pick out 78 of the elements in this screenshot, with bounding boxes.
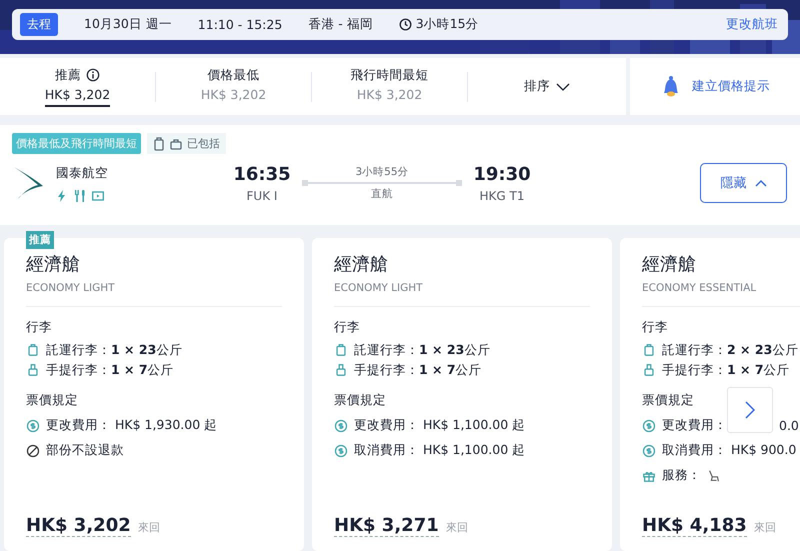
trip-type: 來回 — [754, 520, 776, 535]
arrival-time: 19:30 — [473, 164, 531, 184]
stops-label: 直航 — [371, 187, 393, 201]
power-icon — [56, 190, 68, 202]
fare-name: ECONOMY ESSENTIAL — [642, 282, 800, 307]
fare-rules-heading: 票價規定 — [334, 392, 387, 409]
flight-route: 香港 - 福岡 — [308, 16, 373, 33]
baggage-allowance: 手提行李：1 × 7公斤 — [662, 362, 790, 378]
chevron-down-icon — [556, 82, 570, 92]
chevron-up-icon — [754, 179, 766, 187]
departure-airport: FUK I — [246, 188, 278, 202]
sort-tab-label[interactable]: 推薦 — [55, 66, 81, 84]
outbound-tag: 去程 — [20, 13, 58, 36]
suitcase-icon — [26, 343, 40, 357]
price-alert-button[interactable]: 建立價格提示 — [630, 58, 800, 115]
fare-rule: 服務： — [662, 467, 701, 484]
fare-price: HK$ 3,202 — [26, 515, 131, 537]
fare-rule: 取消費用： HK$ 1,100.00 起 — [354, 442, 526, 459]
fare-rules-heading: 票價規定 — [642, 392, 695, 409]
next-button[interactable] — [727, 387, 773, 433]
flight-duration: 3小時15分 — [416, 16, 479, 33]
airline-name: 國泰航空 — [56, 164, 108, 182]
sort-tab-label[interactable]: 飛行時間最短 — [350, 66, 428, 84]
bag-icon — [170, 138, 182, 150]
fare-rule-amount: 0.0 — [779, 418, 799, 433]
baggage-allowance: 手提行李：1 × 7公斤 — [46, 362, 174, 378]
baggage-heading: 行李 — [642, 319, 669, 336]
sort-dropdown[interactable]: 排序 — [468, 77, 626, 96]
bag-icon — [334, 363, 348, 377]
fare-price: HK$ 4,183 — [642, 515, 747, 537]
dollar-icon — [334, 444, 348, 458]
trip-type: 來回 — [138, 520, 160, 535]
flight-time: 11:10 - 15:25 — [198, 17, 282, 32]
fare-price: HK$ 3,271 — [334, 515, 439, 537]
fare-rule: 更改費用： — [662, 417, 727, 434]
fare-name: ECONOMY LIGHT — [26, 282, 282, 307]
baggage-heading: 行李 — [26, 319, 53, 336]
highlight-badge: 價格最低及飛行時間最短 — [12, 133, 141, 154]
baggage-allowance: 託運行李：2 × 23公斤 — [662, 342, 798, 358]
fare-rule: 更改費用： HK$ 1,930.00 起 — [46, 417, 218, 434]
departure-time: 16:35 — [233, 164, 291, 184]
hide-button[interactable]: 隱藏 — [700, 163, 787, 203]
bag-icon — [642, 363, 656, 377]
fare-rule: 取消費用： HK$ 900.0 — [662, 442, 796, 459]
dollar-icon — [334, 418, 348, 432]
seat-icon — [707, 468, 721, 482]
cabin-class: 經濟艙 — [334, 253, 389, 276]
dollar-icon — [26, 418, 40, 432]
dollar-icon — [642, 418, 656, 432]
trip-type: 來回 — [446, 520, 468, 535]
chevron-right-icon — [745, 401, 755, 419]
sort-tab-label[interactable]: 價格最低 — [208, 66, 260, 84]
meal-icon — [74, 190, 86, 202]
fare-rule: 更改費用： HK$ 1,100.00 起 — [354, 417, 526, 434]
cabin-class: 經濟艙 — [642, 253, 697, 276]
included-badge: 已包括 — [147, 133, 226, 154]
baggage-allowance: 託運行李：1 × 23公斤 — [46, 342, 182, 358]
suitcase-icon — [334, 343, 348, 357]
baggage-allowance: 手提行李：1 × 7公斤 — [354, 362, 482, 378]
flight-duration: 3小時55分 — [355, 165, 409, 179]
clock-icon — [398, 18, 412, 31]
baggage-heading: 行李 — [334, 319, 361, 336]
recommended-ribbon: 推薦 — [26, 231, 54, 249]
sort-tab-price[interactable]: HK$ 3,202 — [44, 86, 110, 106]
prohibited-icon — [26, 444, 40, 458]
dollar-icon — [642, 444, 656, 458]
arrival-airport: HKG T1 — [480, 188, 524, 202]
baggage-allowance: 託運行李：1 × 23公斤 — [354, 342, 490, 358]
screen-icon — [92, 190, 104, 202]
fare-rules-heading: 票價規定 — [26, 392, 79, 409]
fare-name: ECONOMY LIGHT — [334, 282, 590, 307]
flight-date: 10月30日 週一 — [84, 16, 172, 33]
suitcase-icon — [642, 343, 656, 357]
bag-icon — [26, 363, 40, 377]
fare-rule: 部份不設退款 — [46, 442, 124, 459]
cabin-class: 經濟艙 — [26, 253, 81, 276]
change-flight-link[interactable]: 更改航班 — [726, 16, 778, 33]
suitcase-icon — [153, 136, 165, 150]
